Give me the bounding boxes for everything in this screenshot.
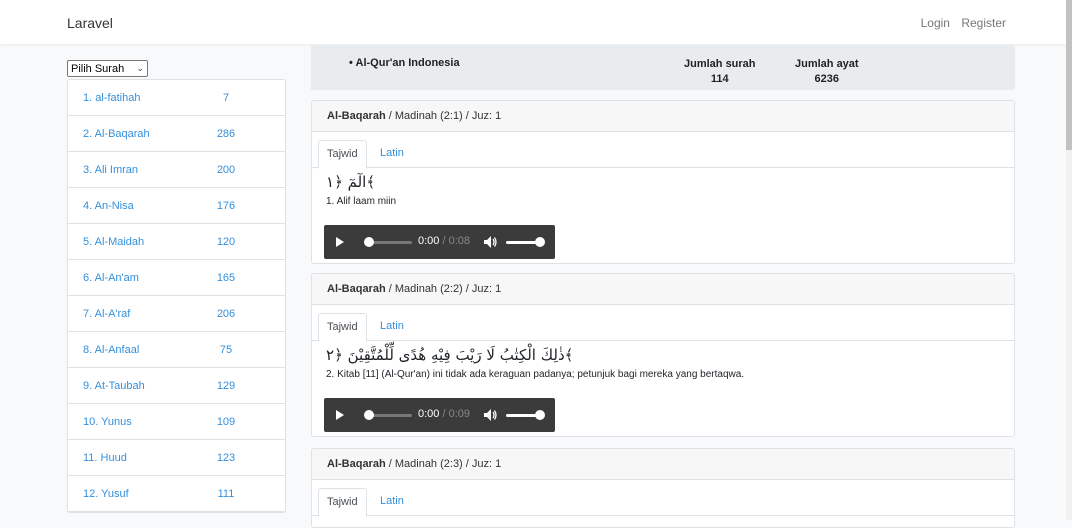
navbar: Laravel Login Register xyxy=(0,0,1066,44)
surah-name: 3. Ali Imran xyxy=(83,164,139,176)
ayat-tabs: Tajwid Latin xyxy=(312,488,1014,517)
volume-handle[interactable] xyxy=(535,410,545,420)
tab-tajwid[interactable]: Tajwid xyxy=(318,313,367,342)
ayat-translation: 1. Alif laam miin xyxy=(326,196,397,207)
ayat-surah-name: Al-Baqarah xyxy=(327,110,386,122)
surah-ayat-count: 7 xyxy=(222,92,230,104)
ayat-card: Al-Baqarah / Madinah (2:2) / Juz: 1 Tajw… xyxy=(311,273,1015,437)
surah-list-item[interactable]: 4. An-Nisa 176 xyxy=(68,188,285,224)
surah-ayat-count: 200 xyxy=(216,164,236,176)
ayat-meta: / Madinah (2:3) / Juz: 1 xyxy=(385,458,502,470)
surah-list: 1. al-fatihah 7 2. Al-Baqarah 286 3. Ali I… xyxy=(67,79,286,513)
surah-ayat-count: 206 xyxy=(216,308,236,320)
surah-list-item[interactable]: 12. Yusuf 111 xyxy=(68,476,285,512)
audio-current-time: 0:00 xyxy=(418,235,440,247)
ayat-surah-name: Al-Baqarah xyxy=(327,458,386,470)
tab-latin[interactable]: Latin xyxy=(372,313,412,339)
surah-list-item[interactable]: 9. At-Taubah 129 xyxy=(68,368,285,404)
surah-ayat-count: 111 xyxy=(217,488,235,500)
surah-select-label: Pilih Surah xyxy=(71,62,125,75)
surah-ayat-count: 129 xyxy=(216,380,236,392)
login-link[interactable]: Login xyxy=(921,16,950,30)
volume-icon[interactable] xyxy=(484,409,498,421)
surah-ayat-count: 165 xyxy=(216,272,236,284)
surah-select[interactable]: Pilih Surah ⌄ xyxy=(67,60,148,77)
surah-name: 2. Al-Baqarah xyxy=(83,128,150,140)
ayat-tabs: Tajwid Latin xyxy=(312,140,1014,169)
tab-tajwid[interactable]: Tajwid xyxy=(318,488,367,517)
surah-name: 6. Al-An'am xyxy=(83,272,139,284)
jumlah-surah-label: Jumlah surah xyxy=(684,58,756,70)
chevron-down-icon: ⌄ xyxy=(136,63,144,73)
audio-player: 0:00 / 0:09 xyxy=(324,398,555,432)
jumlah-ayat-value: 6236 xyxy=(814,73,840,85)
surah-ayat-count: 75 xyxy=(219,344,233,356)
ayat-meta: / Madinah (2:2) / Juz: 1 xyxy=(385,283,502,295)
ayat-arabic-text: ذٰلِكَ الْكِتٰبُ لَا رَيْبَ فِيْهِ هُدًى… xyxy=(326,346,574,364)
page-scrollbar[interactable] xyxy=(1066,0,1072,520)
surah-list-item[interactable]: 7. Al-A'raf 206 xyxy=(68,296,285,332)
surah-list-item[interactable]: 1. al-fatihah 7 xyxy=(68,80,285,116)
surah-list-item[interactable]: 2. Al-Baqarah 286 xyxy=(68,116,285,152)
audio-time: 0:00 / 0:08 xyxy=(418,235,470,247)
surah-list-item[interactable]: 11. Huud 123 xyxy=(68,440,285,476)
ayat-card-header: Al-Baqarah / Madinah (2:3) / Juz: 1 xyxy=(312,449,1014,480)
ayat-surah-name: Al-Baqarah xyxy=(327,283,386,295)
audio-time: 0:00 / 0:09 xyxy=(418,408,470,420)
surah-name: 7. Al-A'raf xyxy=(83,308,131,320)
surah-ayat-count: 286 xyxy=(216,128,236,140)
jumlah-surah-value: 114 xyxy=(710,73,729,85)
surah-name: 11. Huud xyxy=(83,452,127,464)
auth-links: Login Register xyxy=(913,16,1006,30)
ayat-meta: / Madinah (2:1) / Juz: 1 xyxy=(385,110,502,122)
surah-ayat-count: 176 xyxy=(216,200,236,212)
tab-tajwid[interactable]: Tajwid xyxy=(318,140,367,169)
surah-list-item[interactable]: 8. Al-Anfaal 75 xyxy=(68,332,285,368)
jumlah-ayat: Jumlah ayat 6236 xyxy=(795,57,859,87)
tab-latin[interactable]: Latin xyxy=(372,140,412,166)
ayat-translation: 2. Kitab [11] (Al-Qur'an) ini tidak ada … xyxy=(326,369,745,380)
audio-player: 0:00 / 0:08 xyxy=(324,225,555,259)
play-icon[interactable] xyxy=(336,410,344,420)
ayat-card-header: Al-Baqarah / Madinah (2:1) / Juz: 1 xyxy=(312,101,1014,132)
audio-duration: / 0:09 xyxy=(439,408,470,420)
surah-name: 4. An-Nisa xyxy=(83,200,134,212)
volume-icon[interactable] xyxy=(484,236,498,248)
surah-list-item[interactable]: 6. Al-An'am 165 xyxy=(68,260,285,296)
seek-handle[interactable] xyxy=(364,410,374,420)
brand-link[interactable]: Laravel xyxy=(67,15,113,31)
ayat-card-header: Al-Baqarah / Madinah (2:2) / Juz: 1 xyxy=(312,274,1014,305)
surah-name: 9. At-Taubah xyxy=(83,380,145,392)
info-title: • Al-Qur'an Indonesia xyxy=(349,57,460,69)
surah-ayat-count: 123 xyxy=(216,452,236,464)
volume-handle[interactable] xyxy=(535,237,545,247)
jumlah-ayat-label: Jumlah ayat xyxy=(795,58,859,70)
surah-list-item[interactable]: 5. Al-Maidah 120 xyxy=(68,224,285,260)
surah-list-item[interactable]: 10. Yunus 109 xyxy=(68,404,285,440)
quran-info-bar: • Al-Qur'an Indonesia Jumlah surah 114 J… xyxy=(311,45,1015,90)
jumlah-surah: Jumlah surah 114 xyxy=(684,57,756,87)
tab-latin[interactable]: Latin xyxy=(372,488,412,514)
page-scrollbar-thumb[interactable] xyxy=(1066,0,1072,150)
surah-name: 5. Al-Maidah xyxy=(83,236,145,248)
ayat-card: Al-Baqarah / Madinah (2:1) / Juz: 1 Tajw… xyxy=(311,100,1015,264)
seek-handle[interactable] xyxy=(364,237,374,247)
surah-name: 10. Yunus xyxy=(83,416,132,428)
audio-duration: / 0:08 xyxy=(439,235,470,247)
surah-name: 1. al-fatihah xyxy=(83,92,141,104)
surah-list-item[interactable]: 3. Ali Imran 200 xyxy=(68,152,285,188)
play-icon[interactable] xyxy=(336,237,344,247)
register-link[interactable]: Register xyxy=(961,16,1006,30)
surah-ayat-count: 109 xyxy=(216,416,236,428)
surah-ayat-count: 120 xyxy=(216,236,236,248)
surah-name: 12. Yusuf xyxy=(83,488,129,500)
ayat-arabic-text: الٓمٓ ﴿١﴾ xyxy=(326,173,376,191)
surah-name: 8. Al-Anfaal xyxy=(83,344,140,356)
ayat-card: Al-Baqarah / Madinah (2:3) / Juz: 1 Tajw… xyxy=(311,448,1015,528)
audio-current-time: 0:00 xyxy=(418,408,440,420)
ayat-tabs: Tajwid Latin xyxy=(312,313,1014,342)
